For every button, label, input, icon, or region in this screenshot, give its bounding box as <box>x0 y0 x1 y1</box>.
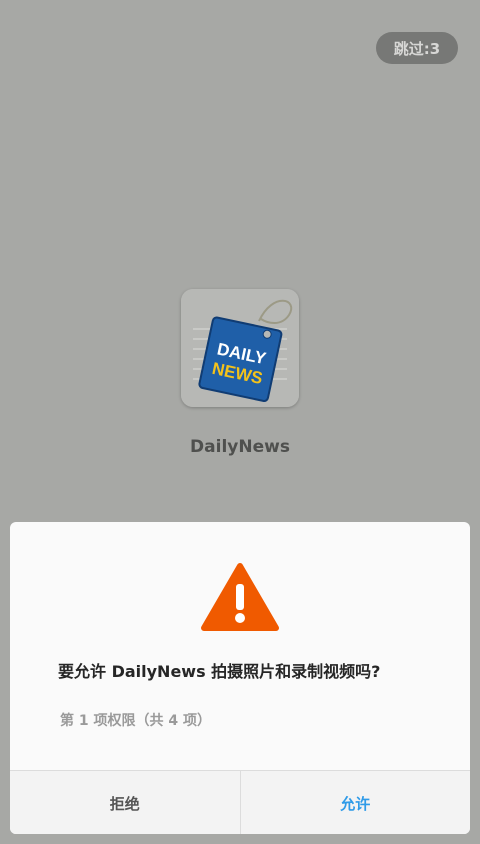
permission-question: 要允许 DailyNews 拍摄照片和录制视频吗? <box>58 662 381 681</box>
app-icon: DAILY NEWS <box>181 289 299 407</box>
allow-button[interactable]: 允许 <box>240 771 470 834</box>
deny-button[interactable]: 拒绝 <box>10 771 241 834</box>
warning-icon <box>201 563 279 631</box>
permission-dialog: 要允许 DailyNews 拍摄照片和录制视频吗? 第 1 项权限（共 4 项）… <box>10 522 470 834</box>
splash-screen: 跳过:3 DAILY NEWS DailyNews 要允许 DailyNews … <box>0 0 480 844</box>
dialog-button-row: 拒绝 允许 <box>10 770 470 834</box>
skip-button[interactable]: 跳过:3 <box>376 32 458 64</box>
permission-progress: 第 1 项权限（共 4 项） <box>60 713 211 729</box>
app-name: DailyNews <box>190 437 290 457</box>
dailynews-logo: DAILY NEWS <box>181 289 299 407</box>
